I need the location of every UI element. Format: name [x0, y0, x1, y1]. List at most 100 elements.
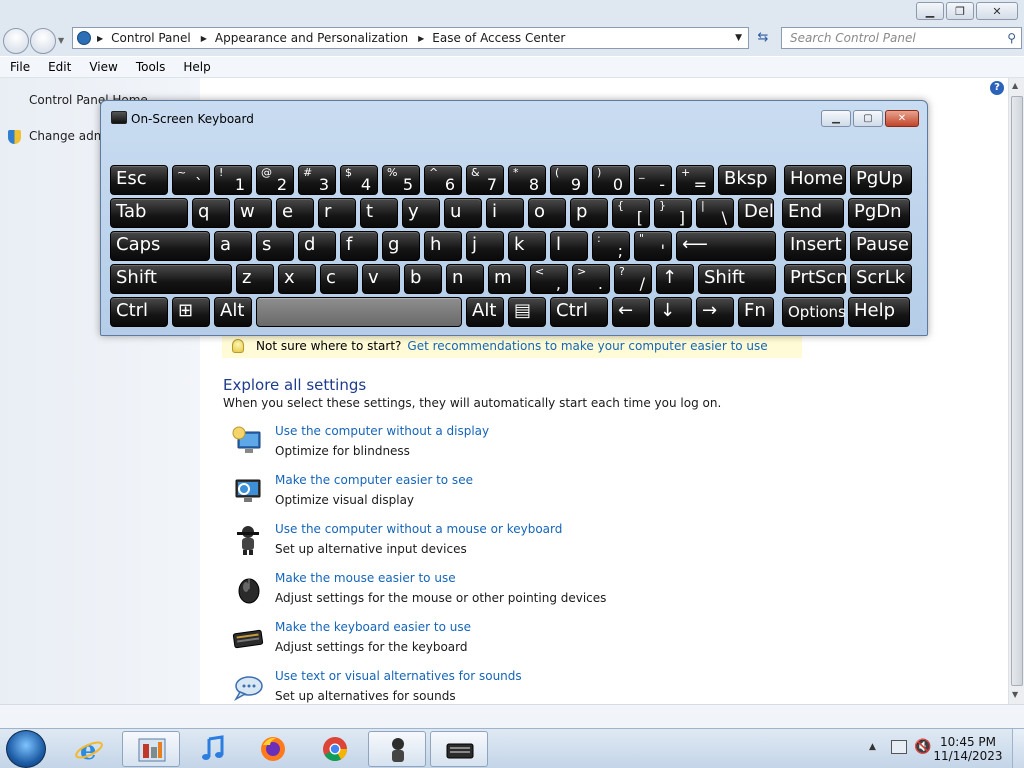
menu-tools[interactable]: Tools [126, 60, 174, 74]
help-icon[interactable]: ? [990, 81, 1004, 95]
key-h[interactable]: h [424, 231, 462, 261]
key-j[interactable]: j [466, 231, 504, 261]
key-symbol[interactable]: ↓ [654, 297, 692, 327]
key-scrlk[interactable]: ScrLk [850, 264, 912, 294]
key-z[interactable]: z [236, 264, 274, 294]
menu-help[interactable]: Help [173, 60, 218, 74]
breadcrumb-appearance[interactable]: Appearance and Personalization [215, 31, 408, 45]
key-fn[interactable]: Fn [738, 297, 774, 327]
taskbar-itunes[interactable] [184, 731, 242, 767]
key-f[interactable]: f [340, 231, 378, 261]
key-a[interactable]: a [214, 231, 252, 261]
key-symbol[interactable]: ~ ` [172, 165, 210, 195]
system-clock[interactable]: 10:45 PM 11/14/2023 [933, 735, 1003, 763]
key-8[interactable]: * 8 [508, 165, 546, 195]
get-recommendations-link[interactable]: Get recommendations to make your compute… [407, 339, 767, 353]
menu-view[interactable]: View [79, 60, 125, 74]
key-alt[interactable]: Alt [214, 297, 252, 327]
osk-maximize-button[interactable]: ▢ [853, 110, 883, 127]
key-symbol[interactable]: _ - [634, 165, 672, 195]
address-dropdown-icon[interactable]: ▼ [735, 33, 742, 43]
key-b[interactable]: b [404, 264, 442, 294]
key-d[interactable]: d [298, 231, 336, 261]
key-c[interactable]: c [320, 264, 358, 294]
key-s[interactable]: s [256, 231, 294, 261]
setting-link[interactable]: Use the computer without a display [275, 424, 489, 438]
refresh-icon[interactable]: ⇆ [752, 28, 774, 48]
key-bksp[interactable]: Bksp [718, 165, 776, 195]
show-desktop-button[interactable] [1012, 729, 1024, 768]
key-v[interactable]: v [362, 264, 400, 294]
key-symbol[interactable]: ← [612, 297, 650, 327]
key-x[interactable]: x [278, 264, 316, 294]
key-9[interactable]: (9 [550, 165, 588, 195]
key-o[interactable]: o [528, 198, 566, 228]
key-home[interactable]: Home [784, 165, 846, 195]
key-shift[interactable]: Shift [110, 264, 232, 294]
close-button[interactable]: ✕ [976, 2, 1018, 20]
key-symbol[interactable]: ⊞ [172, 297, 210, 327]
restore-button[interactable]: ❐ [946, 2, 974, 20]
breadcrumb-separator-icon[interactable]: ▶ [201, 34, 207, 43]
key-symbol[interactable]: " ' [634, 231, 672, 261]
key-6[interactable]: ^ 6 [424, 165, 462, 195]
key-esc[interactable]: Esc [110, 165, 168, 195]
key-i[interactable]: i [486, 198, 524, 228]
tray-overflow-icon[interactable]: ▲ [869, 742, 876, 752]
key-pgup[interactable]: PgUp [850, 165, 912, 195]
key-p[interactable]: p [570, 198, 608, 228]
volume-muted-icon[interactable]: 🔇 [914, 739, 931, 755]
key-caps[interactable]: Caps [110, 231, 210, 261]
key-2[interactable]: @2 [256, 165, 294, 195]
key-q[interactable]: q [192, 198, 230, 228]
breadcrumb-separator-icon[interactable]: ▶ [97, 34, 103, 43]
change-admin-settings-link[interactable]: Change admi [29, 129, 109, 143]
menu-file[interactable]: File [0, 60, 38, 74]
key-t[interactable]: t [360, 198, 398, 228]
scroll-down-icon[interactable]: ▼ [1012, 690, 1018, 699]
key-u[interactable]: u [444, 198, 482, 228]
menu-edit[interactable]: Edit [38, 60, 79, 74]
key-m[interactable]: m [488, 264, 526, 294]
osk-close-button[interactable]: ✕ [885, 110, 919, 127]
key-help[interactable]: Help [848, 297, 910, 327]
network-icon[interactable] [891, 740, 907, 754]
key-del[interactable]: Del [738, 198, 774, 228]
key-space[interactable] [256, 297, 462, 327]
key-prtscn[interactable]: PrtScn [784, 264, 848, 294]
search-icon[interactable]: ⚲ [1007, 31, 1016, 45]
taskbar-chrome[interactable] [306, 731, 364, 767]
setting-link[interactable]: Use the computer without a mouse or keyb… [275, 522, 562, 536]
setting-link[interactable]: Make the computer easier to see [275, 473, 473, 487]
key-ctrl[interactable]: Ctrl [110, 297, 168, 327]
key-symbol[interactable]: }] [654, 198, 692, 228]
back-button[interactable] [3, 28, 29, 54]
key-l[interactable]: l [550, 231, 588, 261]
recent-pages-dropdown-icon[interactable]: ▼ [58, 36, 64, 45]
key-g[interactable]: g [382, 231, 420, 261]
key-symbol[interactable]: ? / [614, 264, 652, 294]
key-symbol[interactable]: ↑ [656, 264, 694, 294]
key-options[interactable]: Options [782, 297, 846, 327]
key-symbol[interactable]: {[ [612, 198, 650, 228]
key-symbol[interactable]: → [696, 297, 734, 327]
key-insert[interactable]: Insert [784, 231, 846, 261]
breadcrumb-separator-icon[interactable]: ▶ [418, 34, 424, 43]
breadcrumb-ease-of-access[interactable]: Ease of Access Center [432, 31, 565, 45]
key-e[interactable]: e [276, 198, 314, 228]
key-y[interactable]: y [402, 198, 440, 228]
key-symbol[interactable]: ⟵ [676, 231, 776, 261]
key-k[interactable]: k [508, 231, 546, 261]
scrollbar-thumb[interactable] [1011, 96, 1023, 686]
key-symbol[interactable]: :; [592, 231, 630, 261]
key-symbol[interactable]: ▤ [508, 297, 546, 327]
key-symbol[interactable]: >. [572, 264, 610, 294]
key-alt[interactable]: Alt [466, 297, 504, 327]
vertical-scrollbar[interactable]: ▲ ▼ [1008, 78, 1024, 704]
taskbar-control-panel[interactable] [122, 731, 180, 767]
osk-minimize-button[interactable]: ▁ [821, 110, 851, 127]
setting-link[interactable]: Make the keyboard easier to use [275, 620, 471, 634]
breadcrumb-control-panel[interactable]: Control Panel [111, 31, 191, 45]
taskbar-accessibility-app[interactable] [368, 731, 426, 767]
key-5[interactable]: % 5 [382, 165, 420, 195]
